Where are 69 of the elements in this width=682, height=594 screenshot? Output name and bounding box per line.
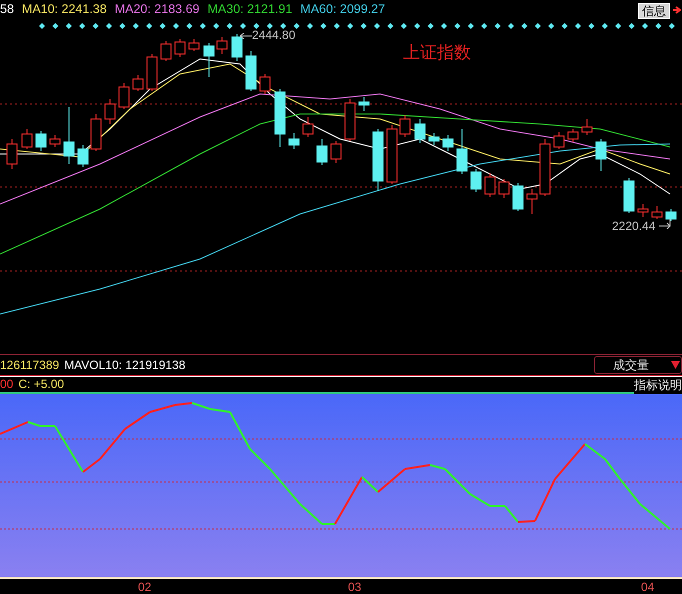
chart-title: 上证指数 — [403, 42, 471, 64]
axis-label: 04 — [641, 580, 654, 594]
candlestick — [6, 138, 18, 170]
candlestick — [160, 40, 172, 62]
low-price-label: 2220.44 — [612, 218, 656, 233]
candlestick — [554, 131, 564, 150]
indicator-value: 00 — [0, 377, 14, 392]
indicator-value: MA10: 2241.38 — [22, 2, 107, 16]
candlestick — [568, 128, 578, 142]
high-price-label: 2444.80 — [252, 28, 296, 42]
candlestick — [204, 42, 214, 78]
candlestick — [232, 33, 242, 62]
candlestick — [188, 38, 200, 52]
candlestick — [638, 203, 648, 218]
candlestick — [90, 113, 102, 152]
arrow-icon — [240, 32, 252, 39]
candlestick — [540, 138, 550, 196]
candlestick — [386, 124, 398, 184]
candlestick — [330, 140, 342, 164]
candlestick — [442, 134, 454, 152]
candlestick — [50, 134, 60, 148]
axis-label: 03 — [348, 580, 362, 594]
candlestick — [288, 132, 300, 150]
indicator-help-link[interactable]: 指标说明 — [634, 376, 682, 394]
indicator-select[interactable]: 成交量 — [594, 356, 682, 374]
candlestick — [274, 88, 286, 148]
indicator-value: MA20: 2183.69 — [114, 2, 200, 16]
axis-label: 02 — [138, 580, 152, 594]
candlestick — [316, 138, 328, 166]
candlestick — [78, 144, 88, 168]
candlestick — [260, 73, 270, 94]
indicator-value: C: +5.00 — [18, 377, 64, 392]
info-button[interactable]: 信息 — [638, 3, 670, 19]
candlestick — [512, 182, 524, 212]
candlestick — [652, 205, 662, 220]
volume-value: MAVOL10: 121919138 — [64, 358, 186, 372]
candlestick — [132, 74, 144, 92]
candlestick — [428, 132, 440, 146]
candlestick — [146, 53, 158, 92]
candlestick — [372, 128, 384, 192]
candlestick — [104, 98, 116, 124]
candlestick — [526, 188, 538, 214]
arrow-icon — [659, 218, 673, 229]
candlestick — [484, 172, 496, 198]
candlestick — [498, 178, 510, 198]
volume-value: 126117389 — [0, 358, 60, 372]
caret-icon[interactable] — [671, 360, 680, 369]
candlestick — [118, 82, 130, 110]
candlestick — [302, 116, 314, 138]
candlestick — [344, 98, 356, 142]
candlestick — [414, 118, 426, 144]
indicator-value: 58 — [0, 2, 14, 16]
candlestick — [358, 96, 370, 112]
candlestick — [624, 177, 634, 214]
candlestick — [666, 208, 676, 222]
candlestick — [596, 138, 606, 172]
indicator-value: MA30: 2121.91 — [208, 2, 292, 16]
candlestick — [22, 128, 32, 150]
indicator-value: MA60: 2099.27 — [300, 2, 386, 16]
candlestick — [246, 50, 256, 92]
candlestick — [174, 38, 186, 58]
candlestick — [456, 128, 468, 174]
arrow-icon[interactable] — [673, 5, 681, 15]
candlestick — [470, 168, 482, 192]
candlestick — [64, 106, 74, 164]
candlestick — [36, 130, 46, 152]
candlestick — [216, 36, 228, 54]
candlestick — [400, 114, 410, 138]
candlestick — [582, 118, 592, 136]
